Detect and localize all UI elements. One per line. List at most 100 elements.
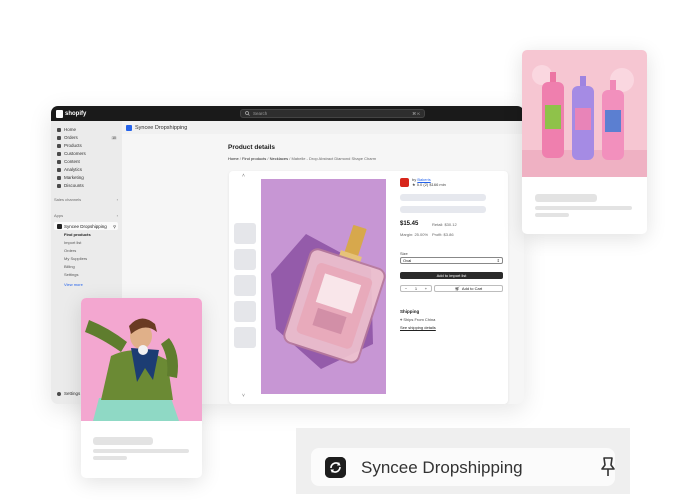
app-pill-banner: Syncee Dropshipping <box>296 428 630 494</box>
subnav-billing[interactable]: Billing <box>64 264 75 269</box>
quantity-value[interactable]: 1 <box>415 286 417 291</box>
gallery-thumb[interactable] <box>234 327 256 348</box>
product-preview-card-bottles[interactable] <box>522 50 647 234</box>
sidebar-item-discounts[interactable]: Discounts <box>57 182 84 189</box>
sidebar-item-customers[interactable]: Customers <box>57 150 86 157</box>
sidebar-item-label: Analytics <box>64 167 83 172</box>
supplier-min-order: $166 min <box>429 182 446 187</box>
tag-icon <box>57 143 61 148</box>
sidebar-app-label: Syncee Dropshipping <box>64 223 107 229</box>
syncee-app-icon <box>126 124 132 131</box>
search-input[interactable]: Search ⌘ K <box>240 109 425 118</box>
text-placeholder <box>535 206 632 210</box>
cart-icon: 🛒︎ <box>454 286 460 291</box>
product-image[interactable] <box>261 179 386 394</box>
gallery-thumb[interactable] <box>234 301 256 322</box>
title-placeholder <box>93 437 153 445</box>
chevron-updown-icon: ⇕ <box>496 258 500 263</box>
syncee-app-icon <box>57 223 62 229</box>
gallery-thumb[interactable] <box>234 223 256 244</box>
home-icon <box>57 127 61 132</box>
retail-price: Retail: $30.12 <box>432 222 457 227</box>
chevron-down-icon[interactable]: ˅ <box>242 393 245 399</box>
sidebar-item-label: Discounts <box>64 183 84 188</box>
profit-value: Profit: $3.86 <box>432 232 454 237</box>
add-to-cart-label: Add to Cart <box>461 286 483 291</box>
target-icon <box>57 175 61 180</box>
gallery-thumb[interactable] <box>234 275 256 296</box>
brand-name: shopify <box>65 110 87 117</box>
margin-value: Margin: 25.00% <box>400 232 429 237</box>
pin-icon[interactable]: ⚲ <box>113 224 116 229</box>
supplier-row: by Bakeris ★ 5.0 (2) $166 min <box>400 177 446 187</box>
decrement-button[interactable]: − <box>405 286 407 291</box>
sidebar-item-label: Home <box>64 127 77 132</box>
gear-icon <box>57 391 61 396</box>
sidebar-app-syncee[interactable]: Syncee Dropshipping ⚲ <box>54 222 118 230</box>
text-placeholder <box>93 449 189 453</box>
subnav-my-suppliers[interactable]: My Suppliers <box>64 256 87 261</box>
breadcrumb-home[interactable]: Home <box>228 156 239 161</box>
title-placeholder <box>400 206 486 213</box>
shopify-logo[interactable]: shopify <box>56 109 86 118</box>
bottles-illustration <box>522 50 647 177</box>
search-icon <box>245 111 250 116</box>
sidebar-item-content[interactable]: Content <box>57 158 80 165</box>
quantity-stepper[interactable]: − 1 + <box>400 285 432 292</box>
subnav-find-products[interactable]: Find products <box>64 232 91 237</box>
syncee-logo-icon <box>325 457 346 478</box>
product-card: ˄ ˅ by Bakeris ★ 5.0 (2) $166 min $15.45… <box>229 171 508 404</box>
chevron-right-icon: › <box>116 197 118 202</box>
subnav-import-list[interactable]: Import list <box>64 240 81 245</box>
shipping-details-link[interactable]: See shipping details <box>400 325 436 330</box>
app-header: Syncee Dropshipping <box>122 121 524 134</box>
sidebar-item-orders[interactable]: Orders 10 <box>57 134 117 141</box>
supplier-rating: ★ 5.0 (2) <box>412 182 429 187</box>
subnav-settings[interactable]: Settings <box>64 272 78 277</box>
sidebar-item-label: Content <box>64 159 80 164</box>
breadcrumb: Home / Find products / Necklaces / Mabel… <box>228 156 376 161</box>
content-icon <box>57 159 61 164</box>
sidebar-item-analytics[interactable]: Analytics <box>57 166 82 173</box>
sales-channels-heading[interactable]: Sales channels › <box>54 197 118 202</box>
text-placeholder <box>93 456 127 460</box>
sidebar-item-settings[interactable]: Settings <box>57 390 80 397</box>
sidebar-item-label: Products <box>64 143 82 148</box>
title-placeholder <box>400 194 486 201</box>
breadcrumb-find-products[interactable]: Find products <box>242 156 266 161</box>
orders-icon <box>57 135 61 140</box>
subnav-orders[interactable]: Orders <box>64 248 76 253</box>
breadcrumb-category[interactable]: Necklaces <box>270 156 288 161</box>
sidebar-item-marketing[interactable]: Marketing <box>57 174 84 181</box>
sidebar-item-home[interactable]: Home <box>57 126 76 133</box>
orders-badge: 10 <box>111 135 117 140</box>
discount-icon <box>57 183 61 188</box>
increment-button[interactable]: + <box>425 286 427 291</box>
sales-channels-label: Sales channels <box>54 197 82 202</box>
view-more-link[interactable]: View more <box>64 282 83 287</box>
sidebar-item-label: Customers <box>64 151 86 156</box>
gallery-thumb[interactable] <box>234 249 256 270</box>
apps-heading[interactable]: Apps › <box>54 213 118 218</box>
shipping-heading: Shipping <box>400 309 420 314</box>
apps-label: Apps <box>54 213 64 218</box>
sidebar-item-products[interactable]: Products <box>57 142 82 149</box>
person-icon <box>57 151 61 156</box>
pin-icon[interactable] <box>600 456 616 478</box>
page-title: Product details <box>228 144 275 151</box>
ships-from: ⌖ Ships From China <box>400 317 435 322</box>
chevron-up-icon[interactable]: ˄ <box>242 173 245 179</box>
add-to-cart-button[interactable]: 🛒︎ Add to Cart <box>434 285 503 292</box>
chevron-right-icon: › <box>116 213 118 218</box>
product-price: $15.45 <box>400 221 419 227</box>
product-preview-card-fashion[interactable] <box>81 298 202 478</box>
admin-topbar: shopify Search ⌘ K <box>51 106 524 121</box>
size-label: Size <box>400 251 408 256</box>
sidebar-item-label: Settings <box>64 391 81 396</box>
shopify-bag-icon <box>56 109 63 118</box>
perfume-bottle-illustration <box>261 179 386 394</box>
size-select[interactable]: Oval ⇕ <box>400 257 503 264</box>
size-selected-value: Oval <box>403 258 412 263</box>
sidebar-app-pill[interactable]: Syncee Dropshipping <box>311 448 615 486</box>
add-to-import-list-button[interactable]: Add to import list <box>400 272 503 279</box>
